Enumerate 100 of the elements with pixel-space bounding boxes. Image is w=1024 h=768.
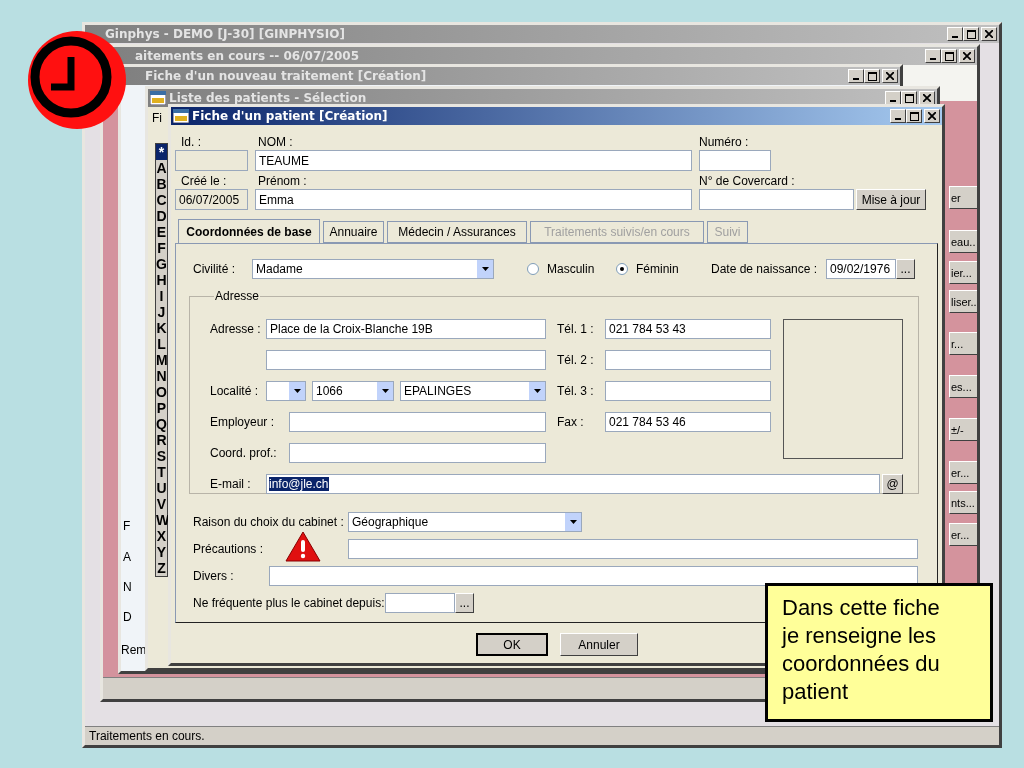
close-icon [985,30,993,38]
letter-filter[interactable]: S [156,448,167,464]
dropdown-arrow-icon [569,520,577,524]
maximize-button[interactable] [941,49,957,63]
covercard-field[interactable] [699,189,854,210]
letter-filter[interactable]: M [156,352,167,368]
letter-filter[interactable]: Z [156,560,167,576]
notes-field[interactable] [269,566,918,586]
dropdown-field[interactable] [266,381,306,401]
date-field[interactable] [385,593,455,613]
number-field[interactable] [699,150,771,171]
field-label: NOM : [257,135,294,149]
tab[interactable]: Coordonnées de base [178,219,320,243]
phone-field[interactable] [605,381,771,401]
address-field[interactable]: Place de la Croix-Blanche 19B [266,319,546,339]
radio-button[interactable] [616,263,628,275]
minimize-button[interactable] [947,27,963,41]
close-icon [923,94,931,102]
letter-filter[interactable]: N [156,368,167,384]
side-button[interactable]: er... [949,461,977,484]
letter-filter[interactable]: U [156,480,167,496]
work-contact-field[interactable] [289,443,546,463]
maximize-button[interactable] [906,109,922,123]
maximize-button[interactable] [864,69,880,83]
precautions-field[interactable] [348,539,918,559]
dropdown-arrow-icon [293,389,301,393]
close-icon [963,52,971,60]
close-button[interactable] [959,49,975,63]
side-button[interactable]: eau.. [949,230,977,253]
date-field[interactable]: 06/07/2005 [175,189,248,210]
maximize-button[interactable] [963,27,979,41]
letter-filter[interactable]: X [156,528,167,544]
letter-filter[interactable]: L [156,336,167,352]
email-button[interactable]: @ [882,474,903,494]
dropdown-field[interactable]: Géographique [348,512,582,532]
side-button[interactable]: nts... [949,491,977,514]
letter-filter[interactable]: Y [156,544,167,560]
letter-filter[interactable]: R [156,432,167,448]
letter-filter[interactable]: Q [156,416,167,432]
close-button[interactable] [919,91,935,105]
maximize-button[interactable] [901,91,917,105]
minimize-button[interactable] [925,49,941,63]
field-label: Divers : [193,569,235,583]
dropdown-field[interactable]: Madame [252,259,494,279]
minimize-button[interactable] [848,69,864,83]
letter-filter[interactable]: A [156,160,167,176]
dropdown-field[interactable]: 1066 [312,381,394,401]
employer-field[interactable] [289,412,546,432]
letter-filter[interactable]: D [156,208,167,224]
update-button[interactable]: Mise à jour [856,189,926,210]
letter-filter[interactable]: B [156,176,167,192]
id-field[interactable] [175,150,248,171]
letter-filter[interactable]: G [156,256,167,272]
field-label: Localité : [210,384,259,398]
letter-filter[interactable]: K [156,320,167,336]
menu-item[interactable]: Fi [148,107,162,125]
side-button[interactable]: liser.. [949,290,977,313]
letter-filter[interactable]: H [156,272,167,288]
fax-field[interactable]: 021 784 53 46 [605,412,771,432]
letter-filter[interactable]: V [156,496,167,512]
minimize-button[interactable] [890,109,906,123]
date-picker-button[interactable]: ... [455,593,474,613]
dialog-button[interactable]: OK [476,633,548,656]
close-button[interactable] [882,69,898,83]
letter-filter[interactable]: F [156,240,167,256]
tab[interactable]: Annuaire [323,221,384,243]
dialog-button[interactable]: Annuler [560,633,638,656]
window-title: Liste des patients - Sélection [169,91,368,105]
letter-filter[interactable]: * [156,144,167,160]
side-button[interactable]: ±/- [949,418,977,441]
field-label: Adresse : [210,322,262,336]
address-field[interactable] [266,350,546,370]
close-icon [886,72,894,80]
dropdown-field[interactable]: EPALINGES [400,381,546,401]
label: Rem [121,643,147,657]
side-button[interactable]: r... [949,332,977,355]
letter-filter[interactable]: C [156,192,167,208]
side-button[interactable]: ier... [949,261,977,284]
phone-field[interactable]: 021 784 53 43 [605,319,771,339]
letter-filter[interactable]: T [156,464,167,480]
letter-filter[interactable]: P [156,400,167,416]
letter-filter[interactable]: O [156,384,167,400]
phone-field[interactable] [605,350,771,370]
birth-date-field[interactable]: 09/02/1976 [826,259,896,279]
letter-filter[interactable]: E [156,224,167,240]
radio-button[interactable] [527,263,539,275]
date-picker-button[interactable]: ... [896,259,915,279]
first-name-field[interactable]: Emma [255,189,692,210]
close-button[interactable] [924,109,940,123]
side-button[interactable]: er [949,186,977,209]
side-button[interactable]: er... [949,523,977,546]
side-button[interactable]: es... [949,375,977,398]
tab[interactable]: Médecin / Assurances [387,221,527,243]
close-button[interactable] [981,27,997,41]
name-field[interactable]: TEAUME [255,150,692,171]
letter-filter[interactable]: I [156,288,167,304]
radio-label: Féminin [636,262,679,276]
email-field[interactable]: info@jle.ch [266,474,880,494]
minimize-button[interactable] [885,91,901,105]
letter-filter[interactable]: J [156,304,167,320]
